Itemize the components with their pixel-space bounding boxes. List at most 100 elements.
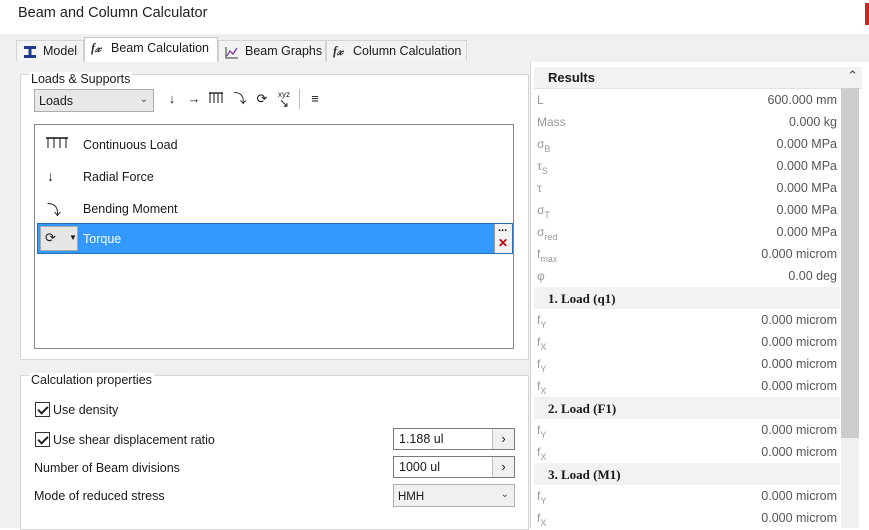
list-icon[interactable]: ≡ (307, 91, 323, 107)
list-item-label: Bending Moment (83, 202, 178, 216)
result-value: 0.000 MPa (776, 181, 837, 195)
axial-force-icon[interactable]: → (186, 91, 202, 107)
delete-button[interactable]: ✕ (498, 236, 508, 250)
reduced-stress-select[interactable]: HMH ⌄ (393, 484, 515, 507)
results-scrollbar-thumb[interactable] (841, 88, 859, 438)
result-symbol: φ (537, 269, 545, 283)
shear-ratio-input[interactable]: 1.188 ul › (393, 428, 515, 450)
list-item-label: Radial Force (83, 170, 154, 184)
result-value: 0.00 deg (788, 269, 837, 283)
formula-icon: f𝓍 (91, 41, 102, 56)
continuous-load-icon[interactable] (208, 91, 224, 107)
title-bar: Beam and Column Calculator (0, 0, 869, 34)
result-subscript: B (544, 144, 551, 154)
tab-beam-calculation[interactable]: f𝓍 Beam Calculation (84, 37, 218, 62)
close-button-edge[interactable] (865, 3, 869, 25)
section-title: 2. Load (F1) (548, 401, 617, 416)
result-row: τS 0.000 MPa (531, 155, 837, 177)
chevron-right-icon[interactable]: › (492, 457, 514, 477)
result-key: fmax (537, 247, 557, 264)
result-value: 0.000 microm (761, 247, 837, 261)
load-type-dropdown[interactable]: ⟳ ▼ (40, 226, 78, 251)
torque-icon[interactable]: ⟳ (254, 91, 270, 107)
xyz-load-icon[interactable]: xyz ↘ (276, 91, 292, 110)
result-row: σred 0.000 MPa (531, 221, 837, 243)
list-item-selected[interactable]: ⟳ ▼ Torque ... ✕ (37, 222, 513, 254)
graph-icon (225, 45, 241, 59)
result-value: 0.000 kg (789, 115, 837, 129)
more-button[interactable]: ... (498, 222, 507, 234)
chevron-up-icon[interactable]: ⌃ (847, 68, 858, 84)
tab-label: Model (43, 44, 78, 58)
beam-divisions-label: Number of Beam divisions (34, 461, 180, 475)
formula-icon: f𝓍 (333, 44, 344, 59)
tab-beam-graphs[interactable]: Beam Graphs (218, 40, 326, 61)
result-subscript: Y (540, 496, 547, 506)
beam-icon (23, 45, 39, 59)
result-row: fX 0.000 microm (531, 375, 837, 397)
result-value: 0.000 MPa (776, 203, 837, 217)
result-symbol: L (537, 93, 544, 107)
result-key: τ (537, 181, 542, 198)
result-value: 0.000 microm (761, 335, 837, 349)
radial-force-icon: ↓ (47, 168, 54, 184)
window-title: Beam and Column Calculator (18, 5, 208, 21)
result-value: 0.000 microm (761, 511, 837, 525)
result-subscript: X (540, 342, 547, 352)
use-density-checkbox[interactable] (35, 402, 50, 417)
continuous-load-icon (45, 136, 69, 152)
list-item-label: Continuous Load (83, 138, 178, 152)
result-key: fX (537, 511, 546, 528)
list-item[interactable]: Continuous Load (35, 129, 513, 159)
use-shear-checkbox[interactable] (35, 432, 50, 447)
beam-divisions-input[interactable]: 1000 ul › (393, 456, 515, 478)
results-section-header: 2. Load (F1) (534, 397, 840, 419)
result-value: 0.000 microm (761, 313, 837, 327)
load-type-value: Loads (39, 94, 74, 108)
result-value: 0.000 MPa (776, 225, 837, 239)
list-item[interactable]: ↓ Radial Force (35, 161, 513, 191)
result-row: φ 0.00 deg (531, 265, 837, 287)
list-item-label: Torque (83, 232, 122, 246)
result-key: fX (537, 335, 546, 352)
reduced-stress-value: HMH (398, 491, 425, 503)
section-title: 1. Load (q1) (548, 291, 616, 306)
torque-icon: ⟳ (45, 230, 56, 245)
result-key: fX (537, 445, 546, 462)
list-item[interactable]: ⤵ Bending Moment (35, 193, 513, 223)
results-pane: Results ⌃ L 600.000 mm Mass 0.000 kg σB 0.000… (530, 62, 869, 528)
tab-column-calculation[interactable]: f𝓍 Column Calculation (326, 40, 467, 61)
beam-divisions-value: 1000 ul (399, 460, 441, 474)
result-key: σred (537, 225, 557, 242)
item-actions: ... ✕ (494, 222, 512, 253)
result-row: σT 0.000 MPa (531, 199, 837, 221)
tab-model[interactable]: Model (16, 40, 84, 61)
result-value: 0.000 MPa (776, 159, 837, 173)
chevron-right-icon[interactable]: › (492, 429, 514, 449)
tab-strip: Model f𝓍 Beam Calculation Beam Graphs f𝓍 C… (0, 34, 869, 89)
results-scrollbar-track[interactable] (841, 438, 859, 528)
result-value: 0.000 microm (761, 379, 837, 393)
tab-label: Column Calculation (353, 44, 462, 58)
radial-force-icon[interactable]: ↓ (164, 91, 180, 107)
load-type-select[interactable]: Loads ⌄ (34, 89, 154, 112)
result-subscript: T (544, 210, 550, 220)
result-row: fmax 0.000 microm (531, 243, 837, 265)
use-density-label: Use density (53, 403, 119, 417)
bending-moment-icon[interactable]: ⤵ (232, 91, 248, 107)
result-row: σB 0.000 MPa (531, 133, 837, 155)
result-key: fY (537, 489, 546, 506)
result-key: fY (537, 313, 546, 330)
result-value: 0.000 microm (761, 445, 837, 459)
result-subscript: Y (540, 430, 547, 440)
result-key: fX (537, 379, 546, 396)
result-row: L 600.000 mm (531, 89, 837, 111)
loads-list[interactable]: Continuous Load ↓ Radial Force ⤵ Bending… (34, 124, 514, 349)
result-subscript: red (544, 232, 558, 242)
tab-label: Beam Graphs (245, 44, 323, 58)
tab-label: Beam Calculation (111, 41, 209, 55)
results-header[interactable]: Results ⌃ (534, 67, 862, 89)
result-subscript: Y (540, 320, 547, 330)
result-row: fX 0.000 microm (531, 331, 837, 353)
shear-ratio-value: 1.188 ul (399, 432, 444, 446)
